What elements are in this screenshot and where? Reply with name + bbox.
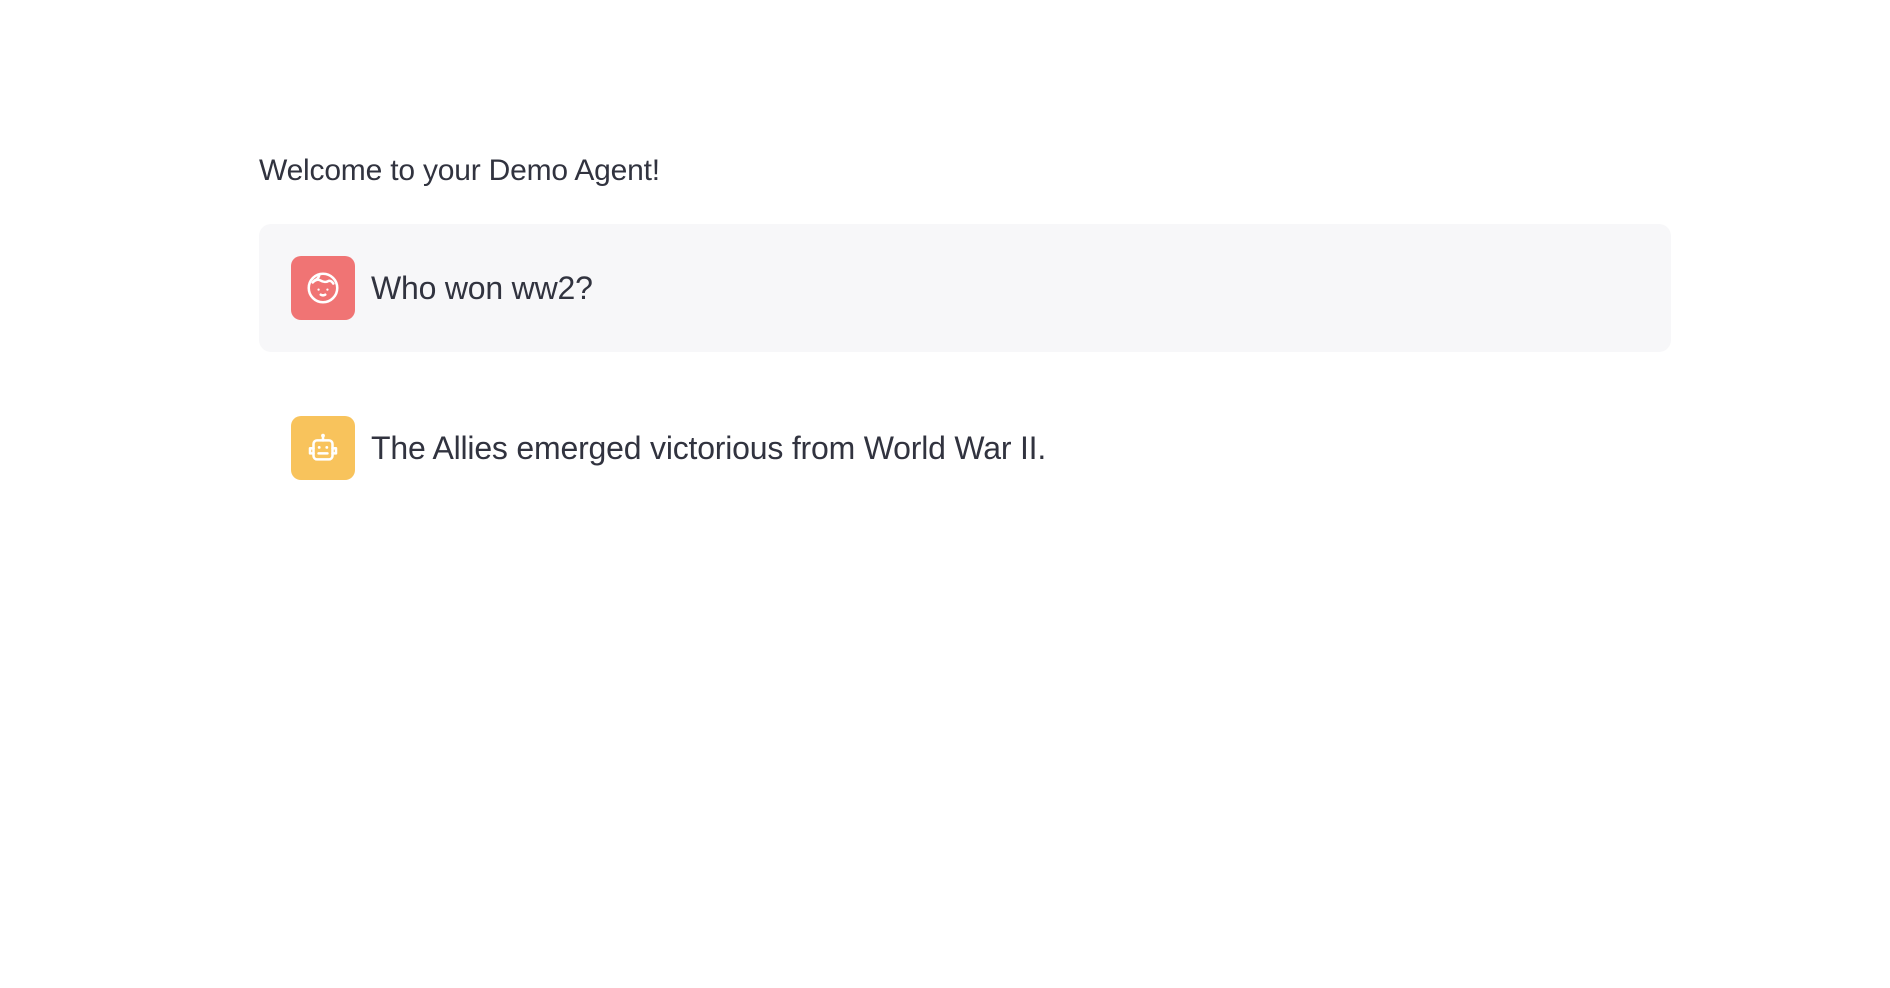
robot-icon [304,429,342,467]
chat-message-user: Who won ww2? [259,224,1671,352]
assistant-message-text: The Allies emerged victorious from World… [371,430,1047,466]
intro-text: Welcome to your Demo Agent! [259,154,660,187]
chat-app: Welcome to your Demo Agent! Who won ww2? [0,0,1890,988]
main-content: Welcome to your Demo Agent! Who won ww2? [259,150,1671,544]
chat-message-assistant: The Allies emerged victorious from World… [259,384,1671,512]
user-face-icon [304,269,342,307]
user-message-text: Who won ww2? [371,270,593,306]
assistant-avatar [291,416,355,480]
user-avatar [291,256,355,320]
